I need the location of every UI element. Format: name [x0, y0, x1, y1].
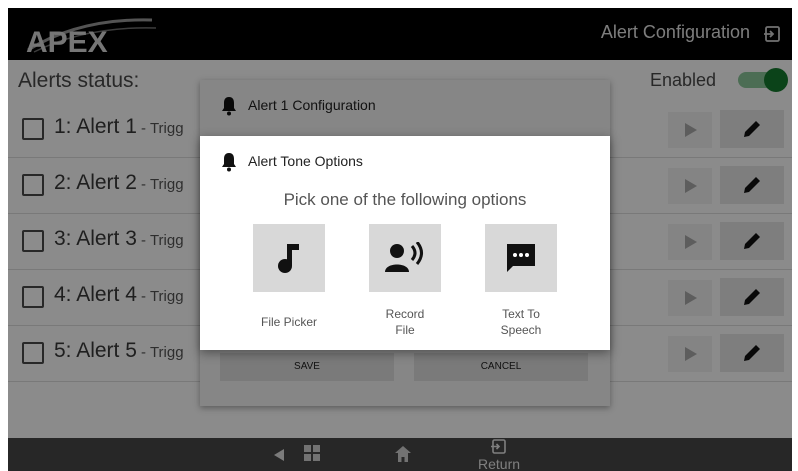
file-picker-button[interactable]	[253, 224, 325, 292]
option-label: File Picker	[260, 315, 317, 329]
option-label: Record File	[365, 306, 445, 338]
option-label-line: File	[395, 323, 415, 337]
option-label-line: Text To	[502, 307, 540, 321]
bell-icon	[222, 153, 236, 172]
text-to-speech-button[interactable]	[485, 224, 557, 292]
text-message-icon	[507, 244, 535, 272]
music-note-icon	[278, 244, 299, 273]
option-label-line: Speech	[500, 323, 542, 337]
option-label-line: Record	[385, 307, 425, 321]
dialog-prompt: Pick one of the following options	[283, 190, 527, 209]
dialog-title: Alert Tone Options	[248, 153, 363, 169]
record-voice-icon	[385, 242, 423, 272]
option-label: Text To Speech	[481, 306, 561, 338]
tone-options-dialog: Alert Tone Options Pick one of the follo…	[200, 136, 610, 350]
record-file-button[interactable]	[369, 224, 441, 292]
device-screen: APEX Alert Configuration Alerts status: …	[8, 8, 792, 471]
